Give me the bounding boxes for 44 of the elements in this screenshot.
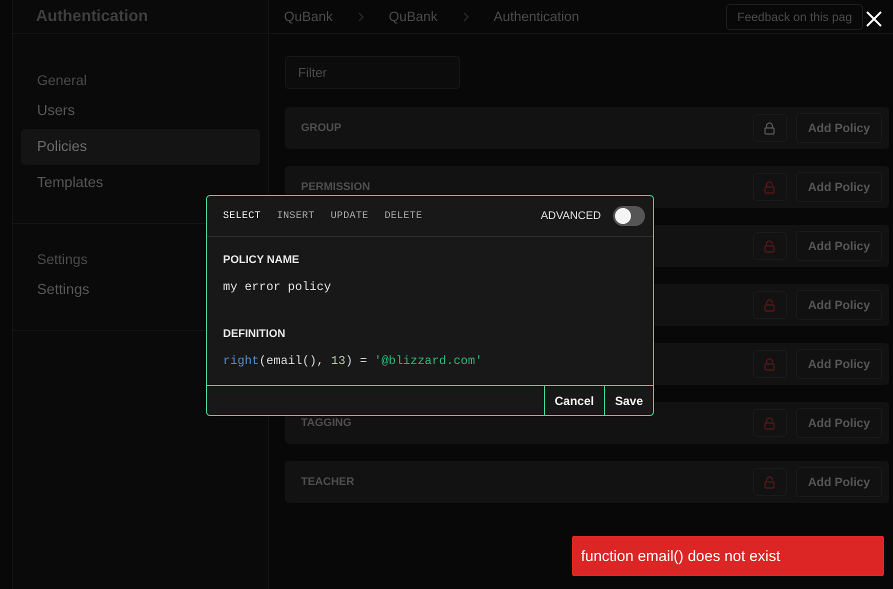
command-tab[interactable]: SELECT (223, 210, 261, 222)
lock-button[interactable] (752, 173, 787, 201)
breadcrumb-link[interactable]: QuBank (284, 9, 333, 24)
chevron-icon (356, 12, 365, 22)
add-policy-button[interactable]: Add Policy (796, 172, 882, 202)
definition-label: DEFINITION (223, 328, 286, 340)
policy-name-field[interactable]: my error policy (223, 280, 637, 294)
close-icon[interactable] (865, 10, 883, 28)
chevron-icon (462, 12, 470, 22)
cancel-button[interactable]: Cancel (544, 386, 604, 415)
section-heading: Settings (37, 251, 88, 267)
lock-button[interactable] (752, 409, 787, 437)
advanced-label: ADVANCED (540, 210, 601, 222)
filter-field[interactable]: Filter (285, 56, 460, 89)
breadcrumb-link[interactable]: QuBank (388, 9, 438, 24)
advanced-toggle[interactable] (613, 206, 645, 226)
sidebar-item[interactable]: Users (21, 93, 260, 129)
sidebar-item[interactable]: Policies (21, 129, 260, 165)
error-toast: function email() does not exist (572, 536, 884, 576)
section-heading: General (37, 72, 87, 88)
command-tab[interactable]: DELETE (384, 210, 422, 222)
add-policy-button[interactable]: Add Policy (796, 467, 882, 497)
table-name: GROUP (301, 122, 342, 134)
table-name: PERMISSION (301, 182, 370, 192)
lock-button[interactable] (752, 232, 787, 260)
table-name: TEACHER (301, 476, 354, 488)
lock-button[interactable] (752, 350, 787, 378)
sidebar-item[interactable]: Templates (21, 165, 260, 201)
add-policy-button[interactable]: Add Policy (796, 349, 882, 379)
lock-button[interactable] (752, 114, 787, 142)
definition-editor[interactable]: right(email(), 13) = '@blizzard.com' (223, 354, 637, 368)
lock-button[interactable] (752, 291, 787, 319)
add-policy-button[interactable]: Add Policy (796, 290, 882, 320)
command-tab[interactable]: INSERT (276, 210, 315, 222)
breadcrumb-link[interactable]: Authentication (494, 9, 580, 24)
add-policy-button[interactable]: Add Policy (796, 408, 882, 438)
policy-name-label: POLICY NAME (223, 254, 300, 266)
save-button[interactable]: Save (604, 386, 653, 415)
add-policy-button[interactable]: Add Policy (796, 231, 882, 261)
add-policy-button[interactable]: Add Policy (796, 113, 882, 143)
command-tab[interactable]: UPDATE (330, 210, 368, 222)
feedback-button[interactable]: Feedback on this pag (726, 4, 863, 30)
table-name: TAGGING (301, 418, 352, 428)
lock-button[interactable] (752, 468, 787, 496)
